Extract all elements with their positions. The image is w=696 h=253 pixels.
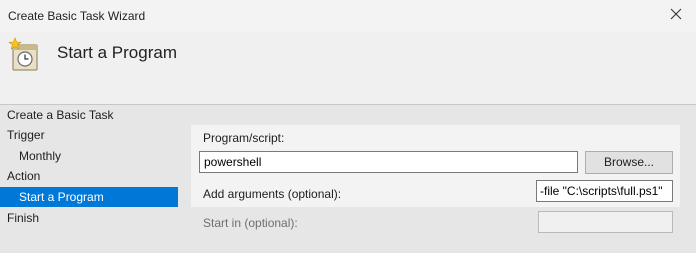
nav-item-create-basic-task[interactable]: Create a Basic Task (0, 105, 178, 125)
add-arguments-input[interactable]: -file "C:\scripts\full.ps1" (536, 180, 673, 202)
program-script-input[interactable]: powershell (199, 151, 578, 173)
close-icon (670, 8, 682, 20)
nav-item-finish[interactable]: Finish (0, 208, 178, 228)
nav-item-action[interactable]: Action (0, 166, 178, 186)
wizard-header: Start a Program (0, 32, 696, 104)
wizard-steps: Create a Basic Task Trigger Monthly Acti… (0, 105, 182, 253)
window-title: Create Basic Task Wizard (8, 9, 146, 23)
nav-item-trigger[interactable]: Trigger (0, 125, 178, 145)
nav-item-start-a-program[interactable]: Start a Program (0, 187, 178, 207)
start-in-label: Start in (optional): (203, 216, 298, 230)
title-bar: Create Basic Task Wizard (0, 0, 696, 32)
page-title: Start a Program (57, 43, 177, 62)
program-script-label: Program/script: (203, 131, 285, 145)
start-in-input[interactable] (538, 211, 673, 233)
task-clock-icon (7, 36, 43, 72)
close-button[interactable] (664, 4, 688, 28)
browse-button[interactable]: Browse... (585, 151, 673, 174)
nav-item-monthly[interactable]: Monthly (0, 146, 178, 166)
add-arguments-label: Add arguments (optional): (203, 187, 342, 201)
